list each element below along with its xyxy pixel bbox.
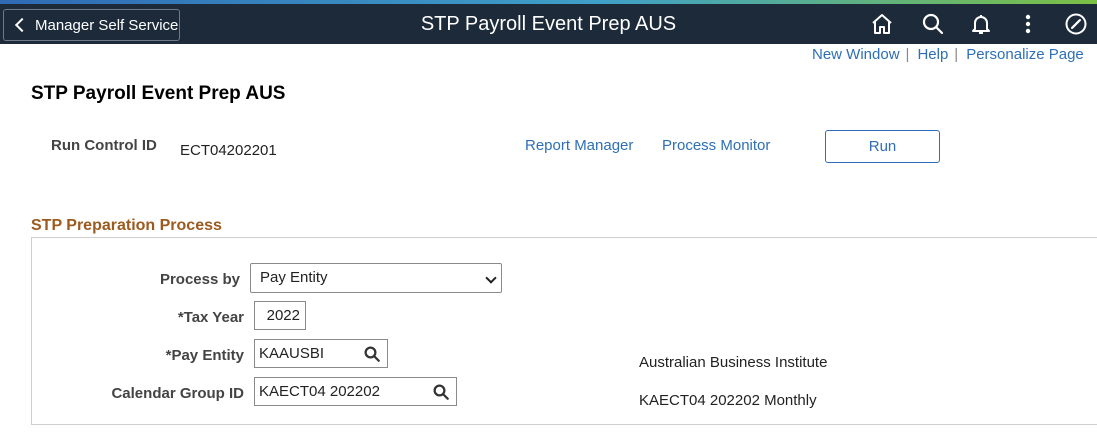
page-title: STP Payroll Event Prep AUS xyxy=(31,83,286,104)
process-by-label: Process by xyxy=(159,271,240,288)
search-icon[interactable] xyxy=(363,345,381,363)
process-monitor-link[interactable]: Process Monitor xyxy=(662,137,770,154)
bell-icon[interactable] xyxy=(965,8,997,40)
run-control-id-label: Run Control ID xyxy=(51,137,157,154)
chevron-left-icon xyxy=(14,17,30,33)
back-button[interactable]: Manager Self Service xyxy=(3,9,180,41)
section-title: STP Preparation Process xyxy=(31,217,222,234)
more-vertical-icon[interactable] xyxy=(1012,8,1044,40)
help-link[interactable]: Help xyxy=(917,46,948,63)
header-links: New Window | Help | Personalize Page xyxy=(812,46,1084,64)
top-banner: Manager Self Service STP Payroll Event P… xyxy=(0,4,1097,44)
process-by-select[interactable]: Pay Entity xyxy=(250,263,502,293)
calendar-group-id-value: KAECT04 202202 xyxy=(259,383,380,400)
pay-entity-input[interactable]: KAAUSBI xyxy=(254,339,388,368)
link-separator: | xyxy=(905,46,910,63)
tax-year-input[interactable]: 2022 xyxy=(254,301,306,330)
tax-year-label: *Tax Year xyxy=(177,309,244,326)
search-icon[interactable] xyxy=(917,8,949,40)
report-manager-link[interactable]: Report Manager xyxy=(525,137,633,154)
link-separator: | xyxy=(954,46,959,63)
calendar-group-description: KAECT04 202202 Monthly xyxy=(639,392,817,409)
compass-icon[interactable] xyxy=(1060,8,1092,40)
process-by-value: Pay Entity xyxy=(260,269,328,286)
chevron-down-icon xyxy=(485,272,497,284)
pay-entity-label: *Pay Entity xyxy=(165,347,244,364)
calendar-group-id-input[interactable]: KAECT04 202202 xyxy=(254,377,457,406)
home-icon[interactable] xyxy=(866,8,898,40)
calendar-group-id-label: Calendar Group ID xyxy=(111,385,244,402)
new-window-link[interactable]: New Window xyxy=(812,46,900,63)
back-button-label: Manager Self Service xyxy=(35,16,179,34)
run-button[interactable]: Run xyxy=(825,130,940,163)
pay-entity-description: Australian Business Institute xyxy=(639,354,828,371)
run-control-id-value: ECT04202201 xyxy=(180,142,277,159)
search-icon[interactable] xyxy=(432,383,450,401)
page: Manager Self Service STP Payroll Event P… xyxy=(0,0,1097,438)
pay-entity-value: KAAUSBI xyxy=(259,345,325,362)
personalize-page-link[interactable]: Personalize Page xyxy=(966,46,1084,63)
